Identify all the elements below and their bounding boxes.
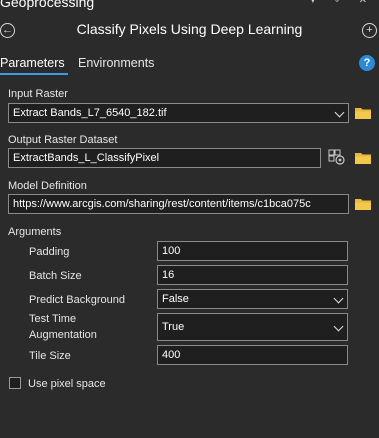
test-time-augmentation-select[interactable]: True <box>157 313 348 341</box>
padding-label: Padding <box>29 246 70 258</box>
pane-title: Geoprocessing <box>0 0 95 10</box>
padding-value: 100 <box>162 245 181 257</box>
add-button[interactable]: + <box>362 23 377 38</box>
model-definition-label: Model Definition <box>8 180 87 192</box>
predict-background-value: False <box>162 293 189 305</box>
output-raster-label: Output Raster Dataset <box>8 134 118 146</box>
tile-size-label: Tile Size <box>29 350 71 362</box>
chevron-down-icon <box>333 293 344 304</box>
active-tab-indicator <box>0 73 68 75</box>
batch-size-value: 16 <box>162 269 175 281</box>
folder-icon[interactable] <box>355 198 371 210</box>
chevron-down-icon <box>334 107 345 118</box>
folder-icon[interactable] <box>355 152 371 164</box>
model-definition-input[interactable]: https://www.arcgis.com/sharing/rest/cont… <box>8 194 349 214</box>
predict-background-select[interactable]: False <box>157 289 348 309</box>
model-definition-value: https://www.arcgis.com/sharing/rest/cont… <box>13 198 311 210</box>
use-pixel-space-checkbox[interactable] <box>9 377 21 389</box>
tab-environments[interactable]: Environments <box>78 56 154 70</box>
batch-size-label: Batch Size <box>29 270 82 282</box>
folder-icon[interactable] <box>355 107 371 119</box>
input-raster-value: Extract Bands_L7_6540_182.tif <box>13 107 167 119</box>
batch-size-input[interactable]: 16 <box>157 265 348 285</box>
help-button[interactable]: ? <box>359 55 375 71</box>
help-icon: ? <box>363 57 371 69</box>
arguments-heading: Arguments <box>8 226 62 238</box>
plus-icon: + <box>366 24 373 36</box>
tile-size-value: 400 <box>162 349 181 361</box>
use-pixel-space-label: Use pixel space <box>28 378 106 390</box>
tile-size-input[interactable]: 400 <box>157 345 348 365</box>
tab-parameters[interactable]: Parameters <box>0 56 65 70</box>
raster-env-icon[interactable] <box>328 149 346 166</box>
input-raster-label: Input Raster <box>8 88 68 100</box>
predict-background-label: Predict Background <box>29 294 125 306</box>
input-raster-select[interactable]: Extract Bands_L7_6540_182.tif <box>8 103 349 123</box>
chevron-down-icon <box>333 321 344 332</box>
tool-title: Classify Pixels Using Deep Learning <box>76 21 303 37</box>
pane-controls[interactable]: ▾ ⌖ ✕ <box>310 0 375 6</box>
padding-input[interactable]: 100 <box>157 241 348 261</box>
test-time-augmentation-label-line1: Test Time <box>29 313 77 325</box>
test-time-augmentation-label-line2: Augmentation <box>29 329 97 341</box>
output-raster-input[interactable]: ExtractBands_L_ClassifyPixel <box>8 148 321 168</box>
output-raster-value: ExtractBands_L_ClassifyPixel <box>13 152 160 164</box>
test-time-augmentation-value: True <box>162 321 185 333</box>
